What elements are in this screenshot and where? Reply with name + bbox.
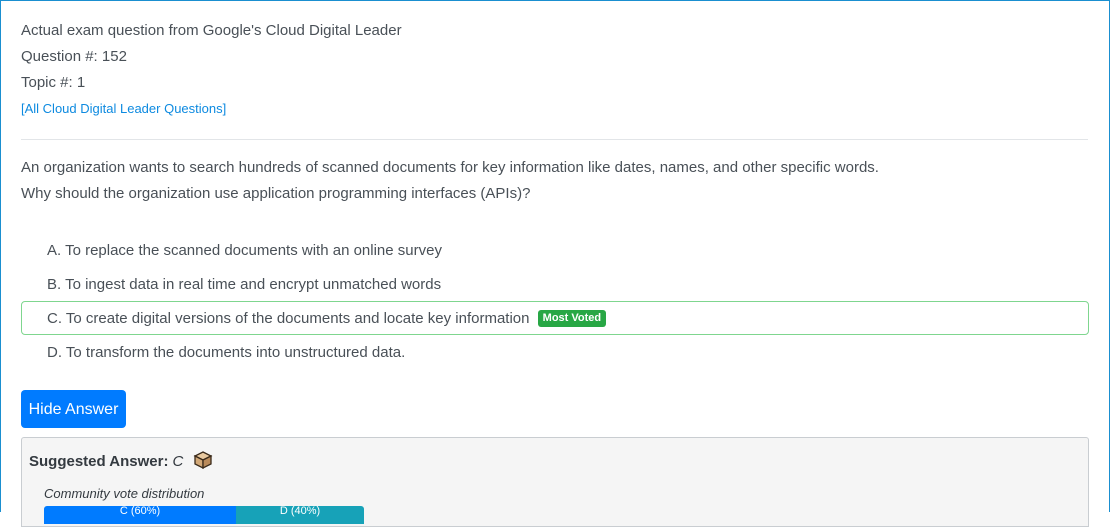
choice-label: D. To transform the documents into unstr… [47, 344, 406, 361]
question-line-1: An organization wants to search hundreds… [21, 159, 879, 176]
all-questions-link[interactable]: [All Cloud Digital Leader Questions] [21, 101, 226, 116]
question-text: An organization wants to search hundreds… [21, 158, 879, 210]
hide-answer-button[interactable]: Hide Answer [21, 390, 126, 428]
question-header: Actual exam question from Google's Cloud… [21, 21, 402, 125]
discussion-box-icon[interactable] [193, 450, 213, 474]
choice-list: A. To replace the scanned documents with… [21, 233, 1089, 369]
choice-a[interactable]: A. To replace the scanned documents with… [21, 233, 1089, 267]
vote-distribution-bar: C (60%) D (40%) [44, 506, 364, 524]
suggested-answer-label: Suggested Answer: [29, 453, 169, 470]
choice-c[interactable]: C. To create digital versions of the doc… [21, 301, 1089, 335]
suggested-answer-letter: C [172, 453, 184, 470]
choice-label: C. To create digital versions of the doc… [47, 310, 530, 327]
choice-label: A. To replace the scanned documents with… [47, 242, 442, 259]
most-voted-badge: Most Voted [537, 310, 607, 327]
topic-number: Topic #: 1 [21, 74, 86, 91]
choice-b[interactable]: B. To ingest data in real time and encry… [21, 267, 1089, 301]
vote-segment-d: D (40%) [236, 506, 364, 524]
vote-segment-c: C (60%) [44, 506, 236, 524]
choice-d[interactable]: D. To transform the documents into unstr… [21, 335, 1089, 369]
choice-label: B. To ingest data in real time and encry… [47, 276, 442, 293]
divider [21, 139, 1088, 140]
question-number: Question #: 152 [21, 48, 127, 65]
exam-title: Actual exam question from Google's Cloud… [21, 22, 402, 39]
answer-panel: Suggested Answer: C Community vote distri… [21, 437, 1089, 527]
suggested-answer: Suggested Answer: C [29, 450, 213, 474]
vote-distribution-label: Community vote distribution [44, 486, 205, 501]
question-line-2: Why should the organization use applicat… [21, 185, 531, 202]
